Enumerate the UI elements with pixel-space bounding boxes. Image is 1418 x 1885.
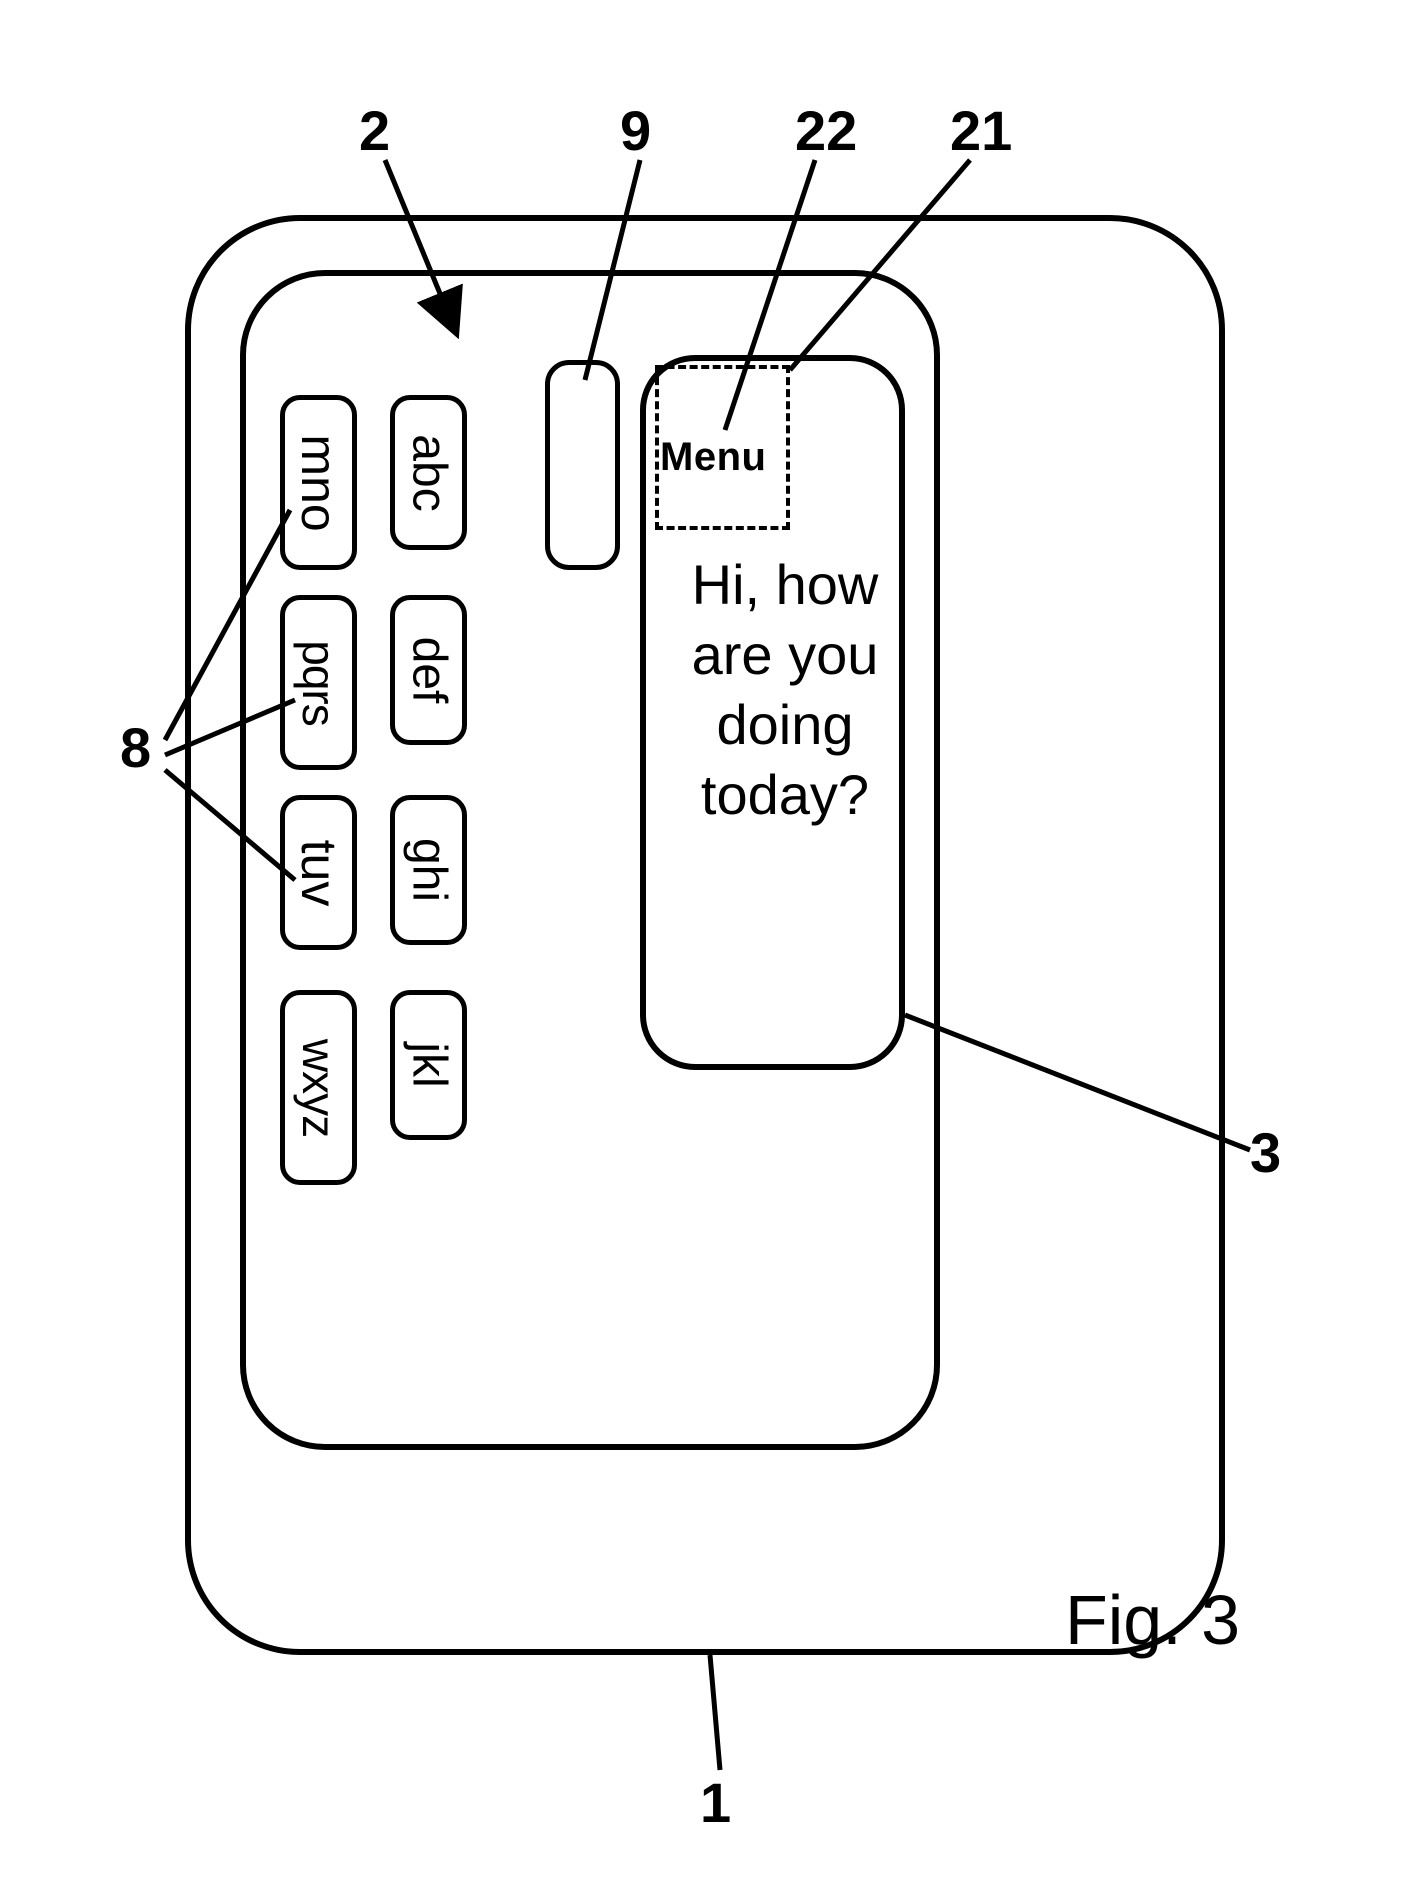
key-def[interactable]: def — [390, 595, 467, 745]
key-ghi[interactable]: ghi — [390, 795, 467, 945]
key-label: jkl — [401, 1042, 456, 1087]
ref-22: 22 — [795, 98, 857, 163]
figure-label: Fig. 3 — [1065, 1580, 1240, 1660]
ref-21: 21 — [950, 98, 1012, 163]
key-label: tuv — [290, 839, 348, 906]
ref-9: 9 — [620, 98, 651, 163]
ref-2: 2 — [359, 98, 390, 163]
key-tuv[interactable]: tuv — [280, 795, 357, 950]
menu-label: Menu — [660, 435, 766, 480]
key-label: def — [401, 637, 456, 704]
screen-message: Hi, how are you doing today? — [660, 550, 910, 830]
key-label: wxyz — [292, 1038, 346, 1136]
ref-1: 1 — [700, 1770, 731, 1835]
key-pqrs[interactable]: pqrs — [280, 595, 357, 770]
ref-3: 3 — [1250, 1120, 1281, 1185]
key-label: mno — [290, 434, 348, 531]
key-abc[interactable]: abc — [390, 395, 467, 550]
key-label: pqrs — [292, 640, 346, 725]
key-label: ghi — [401, 838, 456, 902]
key-mno[interactable]: mno — [280, 395, 357, 570]
key-label: abc — [401, 434, 456, 511]
soft-key[interactable] — [545, 360, 620, 570]
key-jkl[interactable]: jkl — [390, 990, 467, 1140]
figure-stage: Menu Hi, how are you doing today? abc de… — [0, 0, 1418, 1885]
ref-8: 8 — [120, 715, 151, 780]
key-wxyz[interactable]: wxyz — [280, 990, 357, 1185]
